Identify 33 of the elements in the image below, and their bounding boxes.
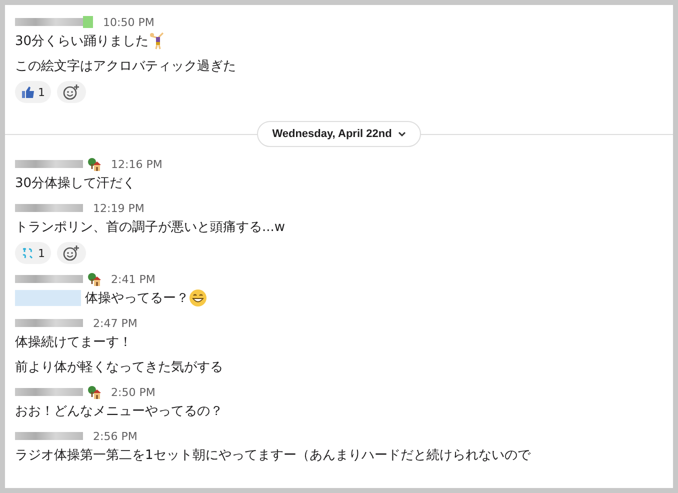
blurred-name (15, 388, 83, 396)
add-reaction-button[interactable] (57, 242, 86, 264)
grinning-face-icon (189, 289, 207, 307)
blurred-name (15, 432, 83, 440)
message-text: 前より体が軽くなってきた気がする (15, 359, 223, 376)
message-text: 体操続けてまーす！ (15, 334, 132, 351)
thumbs-up-icon (21, 86, 35, 98)
message-text: 体操やってるー？ (85, 290, 189, 307)
message-text: トランポリン、首の調子が悪いと頭痛する...w (15, 219, 286, 236)
message-time: 2:56 PM (93, 430, 138, 442)
blurred-name (15, 319, 83, 327)
message-text: 30分体操して汗だく (15, 175, 136, 192)
gymnast-emoji-icon (148, 32, 165, 50)
message-time: 12:19 PM (93, 202, 144, 214)
sticker-icon (21, 246, 35, 260)
blurred-name (15, 204, 83, 212)
message-time: 12:16 PM (111, 158, 162, 170)
message-time: 2:50 PM (111, 386, 156, 398)
message-text: 30分くらい踊りました (15, 33, 149, 50)
message-text: この絵文字はアクロバティック過ぎた (15, 58, 236, 75)
date-divider-button[interactable]: Wednesday, April 22nd (257, 121, 421, 147)
message-time: 2:41 PM (111, 272, 156, 286)
reaction-button[interactable]: 1 (15, 242, 51, 264)
blurred-name (15, 275, 83, 283)
chevron-down-icon (398, 131, 406, 137)
message-text: ラジオ体操第一第二を1セット朝にやってますー（あんまりハードだと続けられないので (15, 447, 530, 464)
message-time: 10:50 PM (103, 16, 154, 28)
message-time: 2:47 PM (93, 316, 138, 330)
message-text: おお！どんなメニューやってるの？ (15, 403, 223, 420)
add-reaction-button[interactable] (57, 81, 86, 103)
blurred-name (15, 18, 83, 26)
reaction-button[interactable]: 1 (15, 81, 51, 103)
blurred-name (15, 160, 83, 168)
